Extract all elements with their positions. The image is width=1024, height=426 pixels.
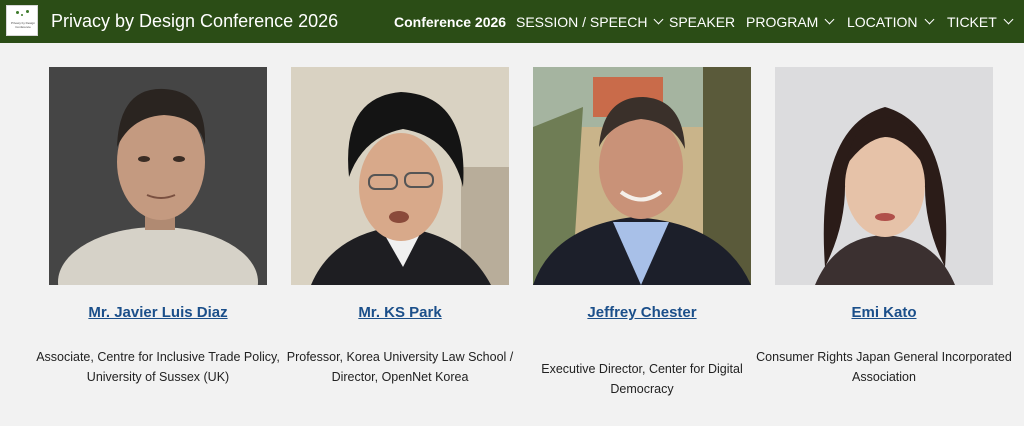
nav-location[interactable]: LOCATION	[847, 0, 934, 43]
speaker-role: Executive Director, Center for Digital D…	[541, 362, 743, 396]
speaker-photo[interactable]	[291, 67, 509, 285]
logo-text: Privacy by Design Conference	[10, 21, 35, 29]
nav-ticket[interactable]: TICKET	[947, 0, 1014, 43]
site-logo[interactable]: Privacy by Design Conference	[6, 5, 38, 36]
nav-program[interactable]: PROGRAM	[746, 0, 835, 43]
logo-mark	[16, 11, 19, 14]
speaker-photo[interactable]	[533, 67, 751, 285]
speaker-name-link[interactable]: Mr. Javier Luis Diaz	[29, 304, 287, 321]
logo-mark	[26, 10, 29, 13]
speaker-name-link[interactable]: Mr. KS Park	[271, 304, 529, 321]
nav-label: SPEAKER	[669, 13, 736, 30]
nav-session-speech[interactable]: SESSION / SPEECH	[516, 0, 664, 43]
speaker-role: Associate, Centre for Inclusive Trade Po…	[36, 350, 280, 384]
speaker-role: Consumer Rights Japan General Incorporat…	[756, 350, 1012, 384]
logo-mark	[21, 14, 23, 16]
header-bar: Privacy by Design Conference Privacy by …	[0, 0, 1024, 43]
speaker-photo[interactable]	[775, 67, 993, 285]
chevron-down-icon	[654, 14, 664, 25]
speaker-name-link[interactable]: Jeffrey Chester	[513, 304, 771, 321]
chevron-down-icon	[924, 14, 934, 25]
nav-label: LOCATION	[847, 13, 918, 30]
speaker-photo[interactable]	[49, 67, 267, 285]
chevron-down-icon	[824, 14, 835, 25]
nav-label: SESSION / SPEECH	[516, 13, 648, 30]
nav-label: TICKET	[947, 13, 997, 30]
nav-speaker[interactable]: SPEAKER	[669, 0, 735, 43]
site-title[interactable]: Privacy by Design Conference 2026	[51, 9, 338, 33]
nav-label: Conference 2026	[394, 13, 507, 30]
chevron-down-icon	[1003, 14, 1014, 25]
speaker-role: Professor, Korea University Law School /…	[286, 350, 514, 384]
nav-label: PROGRAM	[746, 13, 819, 30]
speaker-name-link[interactable]: Emi Kato	[755, 304, 1013, 321]
nav-conference-2026[interactable]: Conference 2026	[394, 0, 506, 43]
